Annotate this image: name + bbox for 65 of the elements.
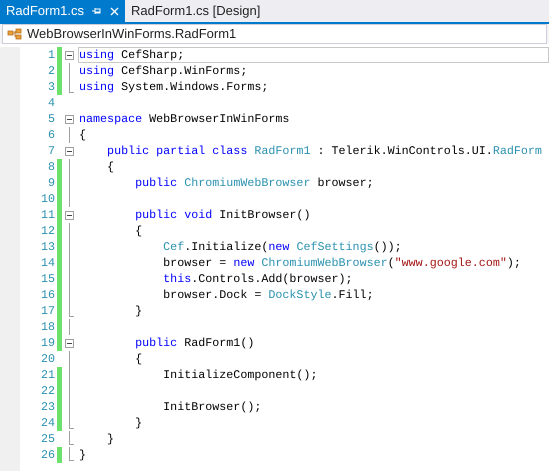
code-line: using CefSharp; (79, 47, 186, 63)
code-line: public RadForm1() (134, 335, 256, 351)
line-number: 9 (46, 175, 56, 191)
line-number: 7 (46, 143, 56, 159)
collapse-icon[interactable] (65, 114, 74, 124)
editor-tab[interactable]: RadForm1.cs (0, 0, 126, 22)
class-icon (7, 28, 23, 40)
close-icon[interactable] (110, 6, 120, 16)
code-line: public void InitBrowser() (134, 207, 312, 223)
collapse-icon[interactable] (65, 146, 74, 156)
line-number: 18 (40, 319, 56, 335)
line-number: 24 (40, 415, 56, 431)
fold-guide (69, 319, 70, 335)
code-line: InitBrowser(); (162, 399, 262, 415)
code-line: browser = new ChromiumWebBrowser("www.google.com"); (162, 255, 522, 271)
code-line: public partial class RadForm1 : Telerik.WinControls.UI.RadForm (106, 143, 543, 159)
line-number: 25 (40, 431, 56, 447)
line-number: 14 (40, 255, 56, 271)
code-line: browser.Dock = DockStyle.Fill; (162, 287, 375, 303)
code-line: InitializeComponent(); (162, 367, 318, 383)
editor-tab[interactable]: RadForm1.cs [Design] (125, 0, 266, 22)
code-line: namespace WebBrowserInWinForms (79, 111, 290, 127)
line-number: 12 (40, 223, 56, 239)
line-number: 23 (40, 399, 56, 415)
collapse-icon[interactable] (65, 50, 74, 60)
fold-guide (69, 127, 70, 143)
line-number: 20 (40, 351, 56, 367)
line-number: 1 (46, 47, 56, 63)
line-number: 13 (40, 239, 56, 255)
line-number: 3 (46, 79, 56, 95)
code-line: using System.Windows.Forms; (79, 79, 270, 95)
fold-guide (69, 431, 74, 445)
line-number: 5 (46, 111, 56, 127)
line-number: 16 (40, 287, 56, 303)
code-line: this.Controls.Add(browser); (162, 271, 354, 287)
code-line: { (106, 159, 116, 175)
code-line: { (134, 351, 144, 367)
code-line: public ChromiumWebBrowser browser; (134, 175, 375, 191)
line-number: 15 (40, 271, 56, 287)
line-number: 4 (46, 95, 56, 111)
code-line: Cef.Initialize(new CefSettings()); (162, 239, 403, 255)
code-line: { (79, 127, 88, 143)
navigation-path: WebBrowserInWinForms.RadForm1 (27, 25, 236, 44)
line-number: 19 (40, 335, 56, 351)
line-number: 11 (40, 207, 56, 223)
code-line: } (134, 303, 144, 319)
code-line: } (134, 415, 144, 431)
navigation-bar[interactable]: WebBrowserInWinForms.RadForm1 (2, 24, 547, 44)
code-line: using CefSharp.WinForms; (79, 63, 248, 79)
line-number: 26 (40, 447, 56, 463)
line-number: 21 (40, 367, 56, 383)
code-line: } (79, 447, 88, 463)
line-number: 17 (40, 303, 56, 319)
line-number: 8 (46, 159, 56, 175)
line-number: 2 (46, 63, 56, 79)
collapse-icon[interactable] (65, 338, 74, 348)
pin-icon[interactable] (92, 7, 102, 15)
line-number: 6 (46, 127, 56, 143)
code-line: { (134, 223, 144, 239)
code-line: } (106, 431, 116, 447)
fold-guide (69, 447, 74, 461)
line-number: 10 (40, 191, 56, 207)
change-bar (57, 447, 62, 463)
collapse-icon[interactable] (65, 210, 74, 220)
line-number: 22 (40, 383, 56, 399)
